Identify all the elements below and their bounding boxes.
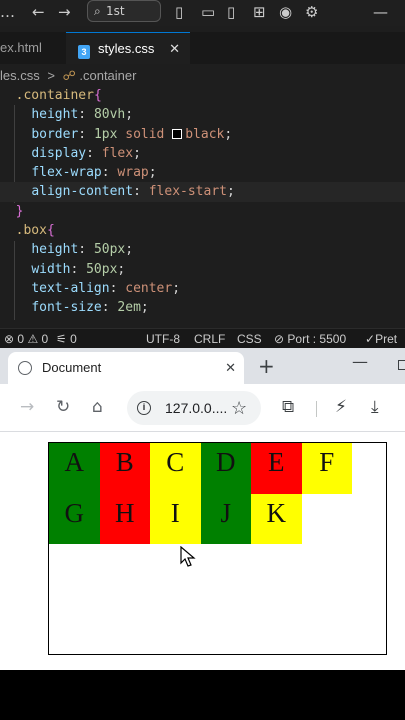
- account-icon[interactable]: ◉: [279, 3, 292, 21]
- chrome-window: Document ✕ + — → ↻ ⌂ i 127.0.0.... ☆ ⧉ ⚡…: [0, 348, 405, 670]
- tab-label: styles.css: [98, 41, 155, 56]
- ports-count: 0: [70, 332, 77, 346]
- prettier-label: Pret: [375, 332, 398, 346]
- tab-styles-css[interactable]: 3 styles.css ✕: [66, 32, 190, 64]
- code-editor[interactable]: .container{ height: 80vh; border: 1px so…: [0, 86, 405, 320]
- chrome-tabstrip: Document ✕ + —: [0, 348, 405, 384]
- language-indicator[interactable]: CSS: [237, 329, 262, 348]
- warning-count: 0: [41, 332, 49, 346]
- home-icon[interactable]: ⌂: [92, 396, 103, 418]
- close-icon[interactable]: ✕: [225, 352, 236, 384]
- breadcrumb-symbol[interactable]: .container: [79, 68, 136, 83]
- no-entry-icon: ⊘: [274, 332, 285, 346]
- box-g: G: [49, 493, 100, 544]
- new-tab-button[interactable]: +: [258, 354, 275, 378]
- performance-icon[interactable]: ⚡: [335, 396, 347, 418]
- box-i: I: [150, 493, 201, 544]
- settings-gear-icon[interactable]: ⚙: [305, 3, 318, 21]
- box-k: K: [251, 493, 302, 544]
- code-line: width: 50px;: [31, 261, 126, 277]
- letterbox-bottom: [0, 670, 405, 720]
- editor-tabbar: ex.html 3 styles.css ✕: [0, 32, 405, 64]
- box-d: D: [200, 443, 251, 494]
- code-line: border: 1px solid black;: [31, 126, 233, 142]
- flex-container: ABCDEF GHIJK: [48, 442, 387, 655]
- box-c: C: [150, 443, 201, 494]
- search-icon: ⌕: [94, 4, 101, 18]
- code-line-current: align-content: flex-start;: [0, 182, 405, 202]
- url-text: 127.0.0....: [165, 400, 228, 416]
- bookmark-star-icon[interactable]: ☆: [231, 391, 247, 425]
- minimize-icon[interactable]: —: [373, 3, 388, 21]
- maximize-icon[interactable]: [398, 360, 405, 370]
- download-icon[interactable]: ⤓: [371, 396, 379, 418]
- more-icon[interactable]: …: [0, 3, 15, 21]
- customize-layout-icon[interactable]: ⊞: [253, 3, 266, 21]
- css-file-icon: 3: [78, 45, 90, 59]
- code-line: display: flex;: [31, 145, 141, 161]
- box-e: E: [251, 443, 302, 494]
- code-line: font-size: 2em;: [31, 300, 149, 316]
- browser-tab-title: Document: [42, 360, 102, 375]
- toggle-sidebar-icon[interactable]: ▯: [175, 3, 183, 21]
- broadcast-icon: ⚟: [56, 332, 67, 346]
- mouse-cursor-icon: [180, 546, 196, 567]
- error-count: 0: [17, 332, 25, 346]
- live-server-port[interactable]: ⊘ Port : 5500: [274, 329, 346, 348]
- reload-icon[interactable]: ↻: [56, 396, 70, 418]
- code-line: height: 50px;: [31, 242, 134, 258]
- chrome-toolbar: → ↻ ⌂ i 127.0.0.... ☆ ⧉ ⚡ ⤓: [0, 384, 405, 432]
- encoding-indicator[interactable]: UTF-8: [146, 329, 180, 348]
- box-f: F: [301, 443, 352, 494]
- error-icon: ⊗: [4, 332, 15, 346]
- extensions-puzzle-icon[interactable]: ⧉: [282, 396, 294, 418]
- address-bar[interactable]: i 127.0.0.... ☆: [127, 391, 261, 425]
- color-swatch[interactable]: [172, 128, 183, 139]
- breadcrumb-file[interactable]: les.css: [0, 68, 40, 83]
- toolbar-divider: [316, 401, 317, 417]
- close-icon[interactable]: ✕: [169, 33, 180, 65]
- double-check-icon: ✓: [365, 332, 376, 346]
- status-bar: ⊗ 0 ⚠ 0 ⚟ 0 UTF-8 CRLF CSS ⊘ Port : 5500…: [0, 328, 405, 348]
- code-line: text-align: center;: [31, 280, 181, 296]
- code-line: flex-wrap: wrap;: [31, 165, 157, 181]
- ports-indicator[interactable]: ⚟ 0: [56, 329, 77, 348]
- breadcrumb-separator: >: [47, 68, 55, 83]
- search-text: 1st: [106, 4, 125, 18]
- tab-label: ex.html: [0, 40, 42, 55]
- symbol-icon: ☍: [62, 68, 76, 83]
- warning-icon: ⚠: [27, 332, 39, 346]
- forward-arrow-icon[interactable]: →: [58, 3, 71, 21]
- command-center-search[interactable]: ⌕ 1st: [87, 0, 161, 22]
- tab-ex-html[interactable]: ex.html: [0, 32, 66, 64]
- box-h: H: [99, 493, 150, 544]
- code-line: height: 80vh;: [31, 107, 134, 123]
- code-line: .container{: [15, 88, 102, 103]
- vscode-titlebar: … ← → ⌕ 1st ▯ ▭ ▯ ⊞ ◉ ⚙ —: [0, 0, 405, 26]
- minimize-icon[interactable]: —: [352, 352, 368, 371]
- back-arrow-icon[interactable]: ←: [32, 3, 45, 21]
- page-viewport: ABCDEF GHIJK: [0, 433, 405, 670]
- site-info-icon[interactable]: i: [137, 401, 151, 415]
- problems-indicator[interactable]: ⊗ 0 ⚠ 0: [4, 329, 48, 348]
- toggle-secondary-sidebar-icon[interactable]: ▯: [227, 3, 235, 21]
- forward-arrow-icon[interactable]: →: [20, 396, 34, 418]
- breadcrumb: les.css > ☍ .container: [0, 66, 136, 86]
- toggle-panel-icon[interactable]: ▭: [201, 3, 215, 21]
- vscode-window: … ← → ⌕ 1st ▯ ▭ ▯ ⊞ ◉ ⚙ — ex.html 3 style…: [0, 0, 405, 348]
- eol-indicator[interactable]: CRLF: [194, 329, 225, 348]
- globe-icon: [18, 361, 32, 375]
- browser-tab-document[interactable]: Document ✕: [8, 352, 244, 384]
- box-b: B: [99, 443, 150, 494]
- code-line: }: [15, 203, 24, 219]
- code-line: .box{: [15, 223, 55, 239]
- prettier-indicator[interactable]: ✓Pret: [365, 329, 397, 348]
- box-a: A: [49, 443, 100, 494]
- box-j: J: [200, 493, 251, 544]
- port-label: Port : 5500: [287, 332, 347, 346]
